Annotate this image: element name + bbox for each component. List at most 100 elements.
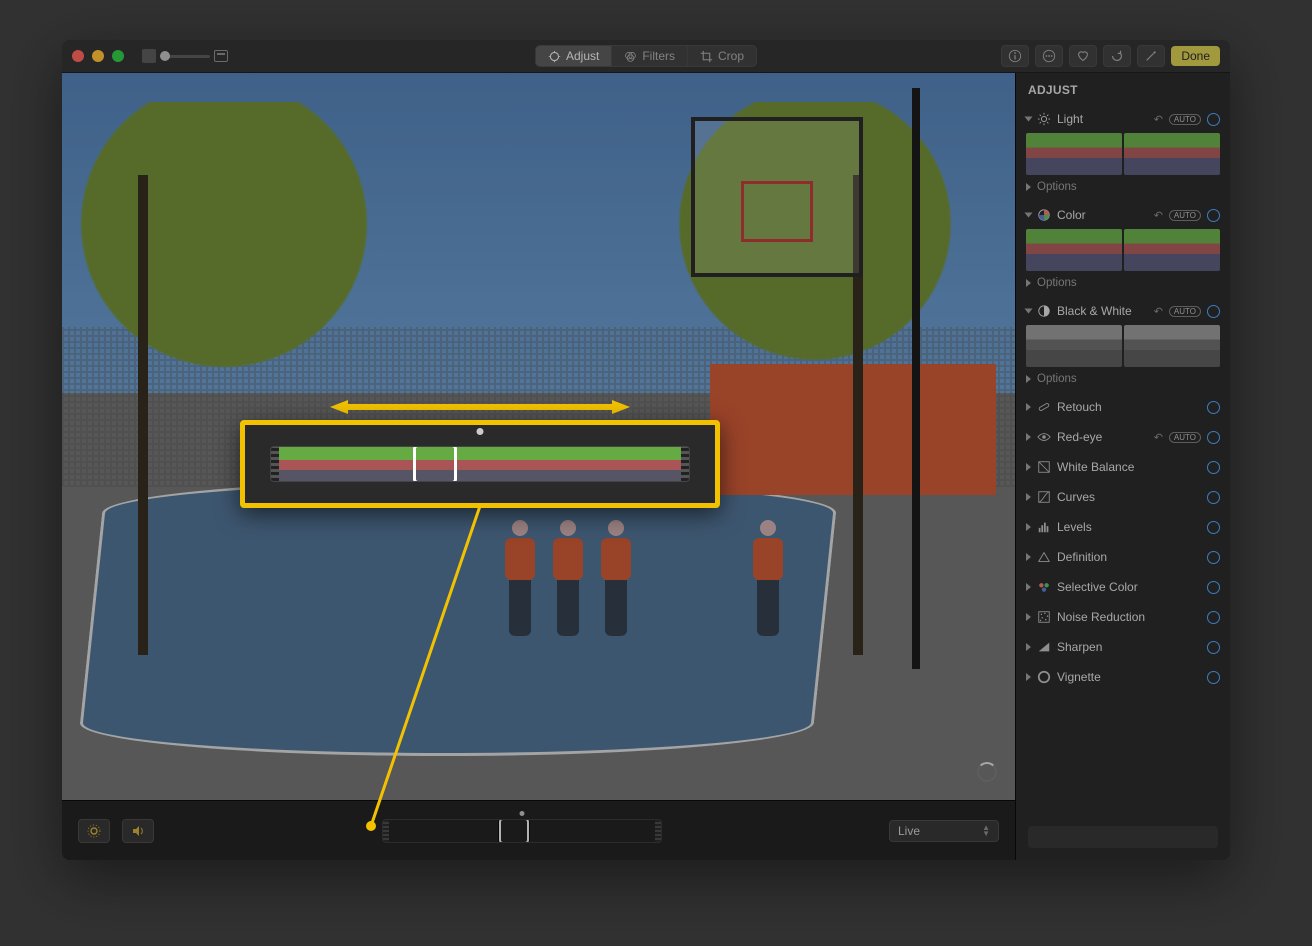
- minimize-window-button[interactable]: [92, 50, 104, 62]
- triangle-icon: [1037, 550, 1051, 564]
- section-vignette-header[interactable]: Vignette: [1026, 667, 1220, 687]
- section-retouch-header[interactable]: Retouch: [1026, 397, 1220, 417]
- section-retouch-title: Retouch: [1057, 400, 1201, 414]
- done-button[interactable]: Done: [1171, 46, 1220, 66]
- auto-enhance-button[interactable]: [1137, 45, 1165, 67]
- live-mode-label: Live: [898, 824, 920, 838]
- toggle-ring[interactable]: [1207, 551, 1220, 564]
- panel-footer: [1016, 814, 1230, 860]
- section-curves-title: Curves: [1057, 490, 1201, 504]
- more-button[interactable]: [1035, 45, 1063, 67]
- tab-adjust-label: Adjust: [566, 49, 599, 63]
- live-photo-toggle[interactable]: [78, 819, 110, 843]
- section-noise-header[interactable]: Noise Reduction: [1026, 607, 1220, 627]
- tab-adjust[interactable]: Adjust: [536, 46, 612, 66]
- undo-icon[interactable]: ↶: [1154, 431, 1163, 444]
- rotate-button[interactable]: [1103, 45, 1131, 67]
- toggle-ring[interactable]: [1207, 305, 1220, 318]
- bw-options-row[interactable]: Options: [1026, 371, 1220, 387]
- fullscreen-window-button[interactable]: [112, 50, 124, 62]
- crop-icon: [700, 50, 713, 63]
- close-window-button[interactable]: [72, 50, 84, 62]
- filters-icon: [624, 50, 637, 63]
- options-label: Options: [1037, 373, 1077, 385]
- section-sharpen-header[interactable]: Sharpen: [1026, 637, 1220, 657]
- trim-end-handle[interactable]: [655, 820, 661, 842]
- disclosure-icon: [1025, 309, 1033, 314]
- keyframe-scrubber-wrap: [166, 819, 877, 843]
- window-controls: [72, 50, 124, 62]
- light-preview-pair[interactable]: [1026, 133, 1220, 175]
- color-options-row[interactable]: Options: [1026, 275, 1220, 291]
- adjust-dial-icon: [548, 50, 561, 63]
- section-selcolor-header[interactable]: Selective Color: [1026, 577, 1220, 597]
- levels-icon: [1037, 520, 1051, 534]
- disclosure-icon: [1025, 117, 1033, 122]
- rotate-icon: [1110, 49, 1124, 63]
- keyframe-scrubber[interactable]: [382, 819, 662, 843]
- bw-preview-pair[interactable]: [1026, 325, 1220, 367]
- toggle-ring[interactable]: [1207, 521, 1220, 534]
- options-label: Options: [1037, 277, 1077, 289]
- favorite-button[interactable]: [1069, 45, 1097, 67]
- adjust-panel: ADJUST Light ↶ AUTO O: [1015, 73, 1230, 860]
- section-noise: Noise Reduction: [1016, 603, 1230, 633]
- section-sharpen-title: Sharpen: [1057, 640, 1201, 654]
- disclosure-icon: [1026, 463, 1031, 471]
- auto-button[interactable]: AUTO: [1169, 114, 1201, 125]
- toggle-ring[interactable]: [1207, 491, 1220, 504]
- undo-icon[interactable]: ↶: [1154, 209, 1163, 222]
- section-sharpen: Sharpen: [1016, 633, 1230, 663]
- tab-crop[interactable]: Crop: [688, 46, 756, 66]
- info-button[interactable]: [1001, 45, 1029, 67]
- toggle-ring[interactable]: [1207, 113, 1220, 126]
- section-wb-header[interactable]: White Balance: [1026, 457, 1220, 477]
- keyframe-marker-icon: [519, 811, 524, 816]
- undo-icon[interactable]: ↶: [1154, 113, 1163, 126]
- undo-icon[interactable]: ↶: [1154, 305, 1163, 318]
- auto-button[interactable]: AUTO: [1169, 306, 1201, 317]
- section-color-header[interactable]: Color ↶ AUTO: [1026, 205, 1220, 225]
- tab-filters[interactable]: Filters: [612, 46, 688, 66]
- photo-canvas[interactable]: [62, 73, 1015, 800]
- live-mode-select[interactable]: Live ▲▼: [889, 820, 999, 842]
- color-preview-pair[interactable]: [1026, 229, 1220, 271]
- auto-button[interactable]: AUTO: [1169, 210, 1201, 221]
- light-options-row[interactable]: Options: [1026, 179, 1220, 195]
- section-levels-header[interactable]: Levels: [1026, 517, 1220, 537]
- section-redeye-title: Red-eye: [1057, 430, 1148, 444]
- toggle-ring[interactable]: [1207, 401, 1220, 414]
- chevron-updown-icon: ▲▼: [982, 825, 990, 837]
- toggle-ring[interactable]: [1207, 431, 1220, 444]
- eye-icon: [1037, 430, 1051, 444]
- section-definition-header[interactable]: Definition: [1026, 547, 1220, 567]
- toggle-ring[interactable]: [1207, 209, 1220, 222]
- section-light-header[interactable]: Light ↶ AUTO: [1026, 109, 1220, 129]
- panel-header: ADJUST: [1016, 73, 1230, 105]
- section-wb: White Balance: [1016, 453, 1230, 483]
- toggle-ring[interactable]: [1207, 461, 1220, 474]
- section-levels-title: Levels: [1057, 520, 1201, 534]
- section-selcolor-title: Selective Color: [1057, 580, 1201, 594]
- sharpen-icon: [1037, 640, 1051, 654]
- toggle-ring[interactable]: [1207, 671, 1220, 684]
- photo-content: [62, 73, 1015, 800]
- thumbnail-zoom-slider[interactable]: [142, 49, 228, 63]
- trim-start-handle[interactable]: [383, 820, 389, 842]
- section-light: Light ↶ AUTO Options: [1016, 105, 1230, 201]
- section-redeye-header[interactable]: Red-eye ↶ AUTO: [1026, 427, 1220, 447]
- section-curves-header[interactable]: Curves: [1026, 487, 1220, 507]
- toggle-ring[interactable]: [1207, 611, 1220, 624]
- vignette-icon: [1037, 670, 1051, 684]
- keyframe-selector[interactable]: [499, 819, 529, 843]
- toggle-ring[interactable]: [1207, 581, 1220, 594]
- tab-filters-label: Filters: [642, 49, 675, 63]
- section-bw: Black & White ↶ AUTO Options: [1016, 297, 1230, 393]
- canvas-area: Live ▲▼: [62, 73, 1015, 860]
- toggle-ring[interactable]: [1207, 641, 1220, 654]
- auto-button[interactable]: AUTO: [1169, 432, 1201, 443]
- audio-toggle[interactable]: [122, 819, 154, 843]
- section-bw-header[interactable]: Black & White ↶ AUTO: [1026, 301, 1220, 321]
- disclosure-icon: [1026, 523, 1031, 531]
- section-retouch: Retouch: [1016, 393, 1230, 423]
